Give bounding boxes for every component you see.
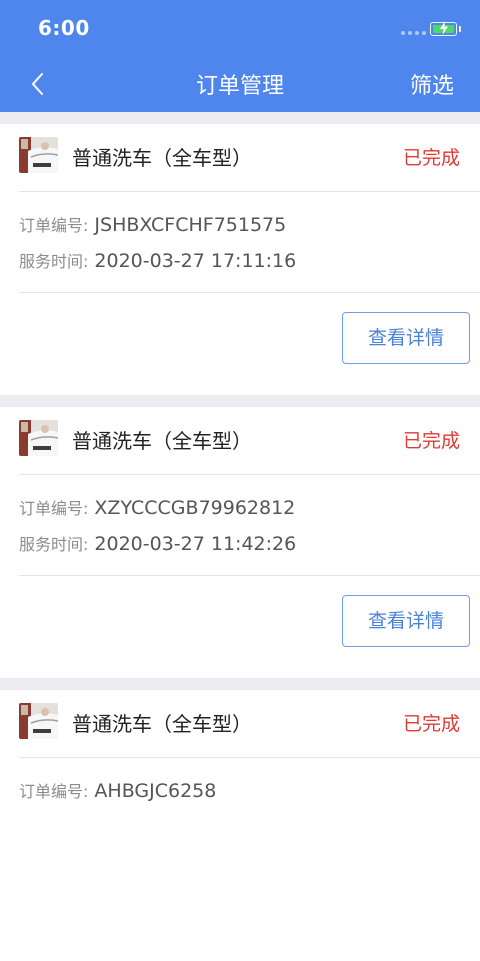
car-wash-thumbnail	[19, 703, 58, 739]
order-number-row: 订单编号: XZYCCCGB79962812	[19, 495, 295, 519]
app-header: 6:00 订单管理 筛选	[0, 0, 480, 112]
view-details-button[interactable]: 查看详情	[342, 595, 470, 647]
service-name: 普通洗车（全车型）	[72, 712, 252, 736]
divider	[19, 575, 480, 576]
service-name: 普通洗车（全车型）	[72, 429, 252, 453]
service-name: 普通洗车（全车型）	[72, 146, 252, 170]
order-list: 普通洗车（全车型） 已完成 订单编号: JSHBXCFCHF751575 服务时间…	[0, 112, 480, 961]
service-time-value: 2020-03-27 17:11:16	[94, 250, 297, 272]
status-badge: 已完成	[402, 147, 460, 169]
status-badge: 已完成	[402, 430, 460, 452]
status-time: 6:00	[38, 16, 90, 40]
signal-icon	[401, 31, 426, 35]
divider	[19, 191, 480, 192]
divider	[19, 757, 480, 758]
order-number-row: 订单编号: AHBGJC6258	[19, 778, 216, 802]
service-time-row: 服务时间: 2020-03-27 17:11:16	[19, 248, 296, 272]
order-card: 普通洗车（全车型） 已完成 订单编号: AHBGJC6258	[0, 690, 480, 961]
chevron-left-icon	[32, 73, 43, 95]
battery-cap	[459, 26, 461, 32]
order-card: 普通洗车（全车型） 已完成 订单编号: JSHBXCFCHF751575 服务时间…	[0, 124, 480, 395]
order-number-value: XZYCCCGB79962812	[94, 497, 296, 519]
filter-button[interactable]: 筛选	[410, 68, 454, 100]
service-time-row: 服务时间: 2020-03-27 11:42:26	[19, 531, 296, 555]
back-button[interactable]	[24, 66, 54, 102]
car-wash-thumbnail	[19, 420, 58, 456]
view-details-button[interactable]: 查看详情	[342, 312, 470, 364]
service-time-label: 服务时间:	[19, 252, 89, 271]
divider	[19, 474, 480, 475]
order-number-row: 订单编号: JSHBXCFCHF751575	[19, 212, 286, 236]
car-wash-thumbnail	[19, 137, 58, 173]
order-number-label: 订单编号:	[19, 782, 89, 801]
page-title: 订单管理	[195, 74, 284, 99]
order-number-value: AHBGJC6258	[94, 780, 217, 802]
order-card: 普通洗车（全车型） 已完成 订单编号: XZYCCCGB79962812 服务时间…	[0, 407, 480, 678]
status-badge: 已完成	[402, 713, 460, 735]
service-time-label: 服务时间:	[19, 535, 89, 554]
order-number-label: 订单编号:	[19, 216, 89, 235]
order-number-value: JSHBXCFCHF751575	[94, 214, 287, 236]
service-time-value: 2020-03-27 11:42:26	[94, 533, 297, 555]
battery-icon	[430, 21, 457, 36]
divider	[19, 292, 480, 293]
order-number-label: 订单编号:	[19, 499, 89, 518]
